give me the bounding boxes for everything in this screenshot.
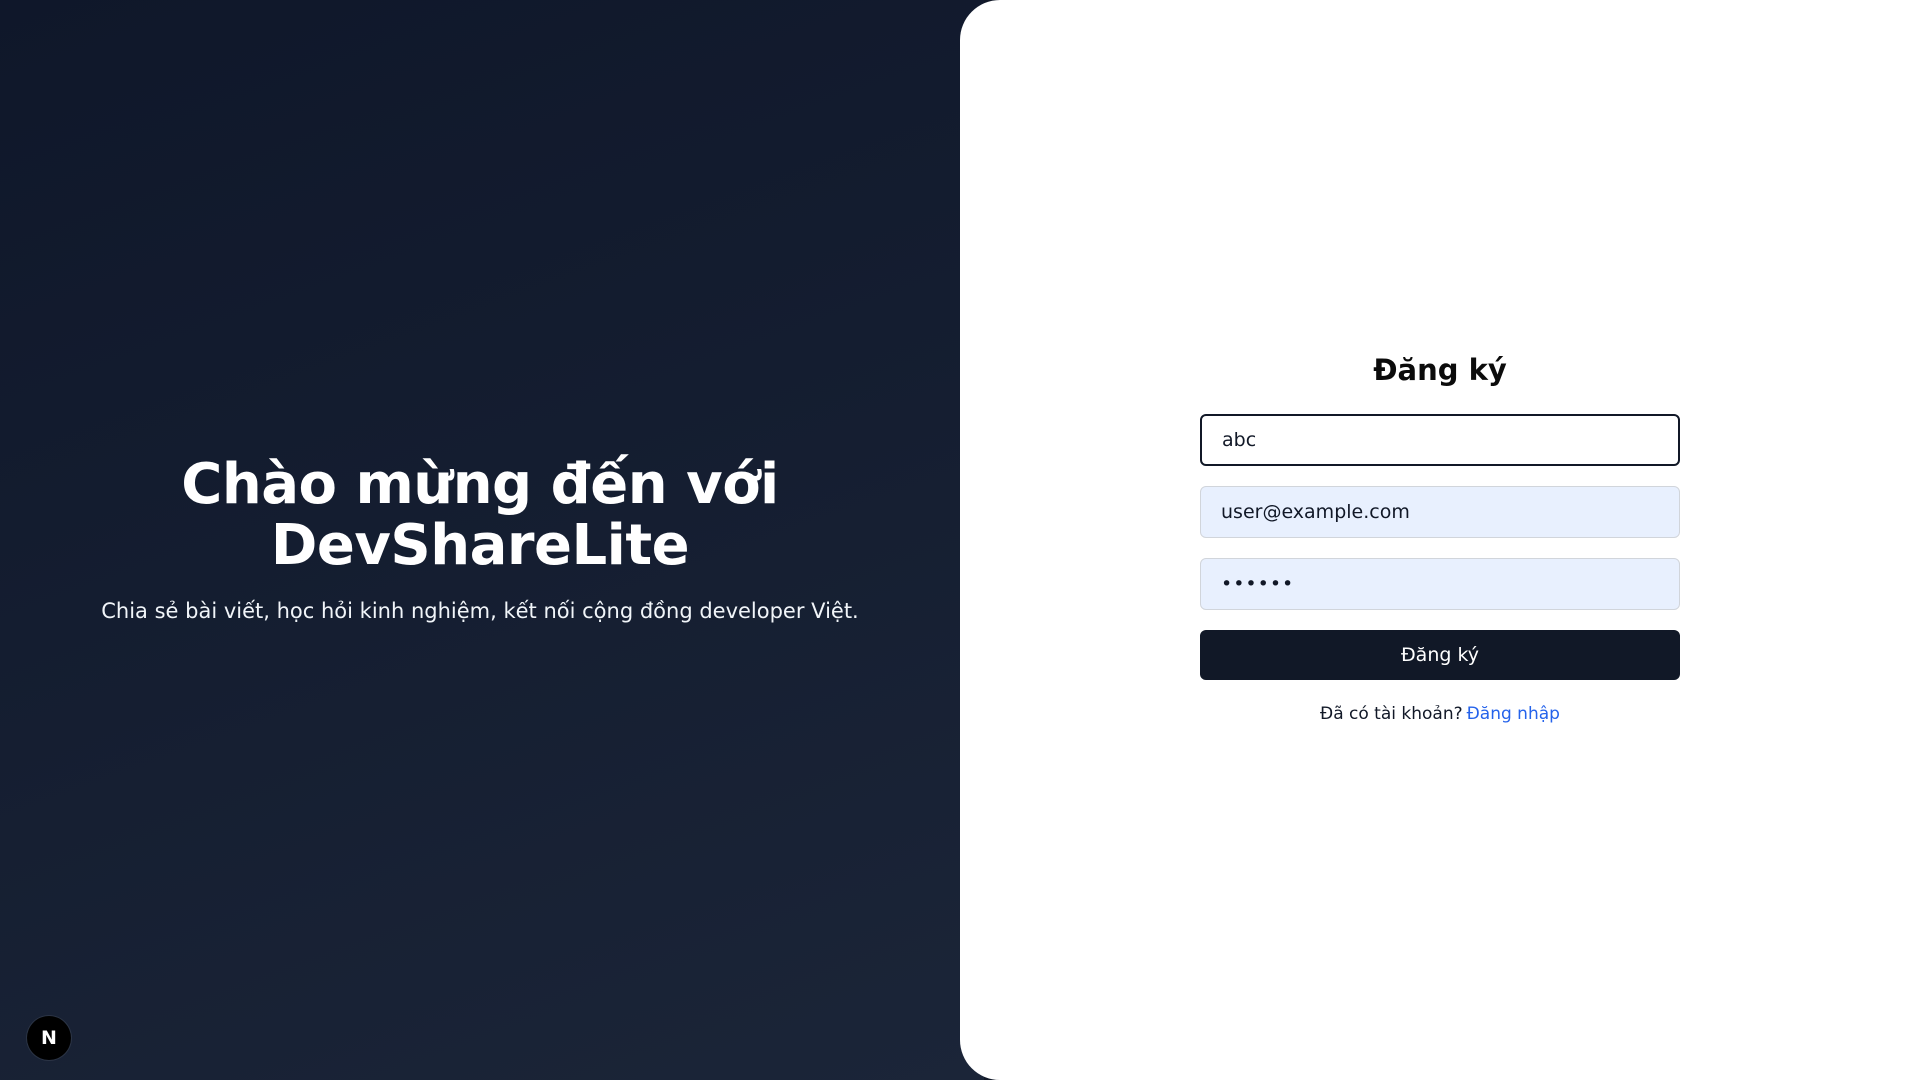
- signup-panel: Đăng ký Đăng ký Đã có tài khoản?Đăng nhậ…: [960, 0, 1920, 1080]
- login-link[interactable]: Đăng nhập: [1467, 704, 1560, 724]
- login-prompt-text: Đã có tài khoản?: [1320, 704, 1463, 724]
- form-title: Đăng ký: [1373, 353, 1507, 387]
- hero-panel: Chào mừng đến với DevShareLite Chia sẻ b…: [0, 0, 984, 1080]
- login-prompt: Đã có tài khoản? Đăng nhập: [1200, 704, 1680, 724]
- email-input[interactable]: [1200, 486, 1680, 538]
- badge-letter: N: [41, 1027, 57, 1049]
- hero-subtitle: Chia sẻ bài viết, học hỏi kinh nghiệm, k…: [101, 599, 859, 623]
- name-input[interactable]: [1200, 414, 1680, 466]
- signup-form: Đăng ký Đăng ký Đã có tài khoản?Đăng nhậ…: [1200, 352, 1680, 724]
- signup-button[interactable]: Đăng ký: [1200, 630, 1680, 680]
- password-input[interactable]: [1200, 558, 1680, 610]
- nextjs-logo-icon[interactable]: N: [27, 1016, 71, 1060]
- hero-title: Chào mừng đến với DevShareLite: [181, 452, 779, 578]
